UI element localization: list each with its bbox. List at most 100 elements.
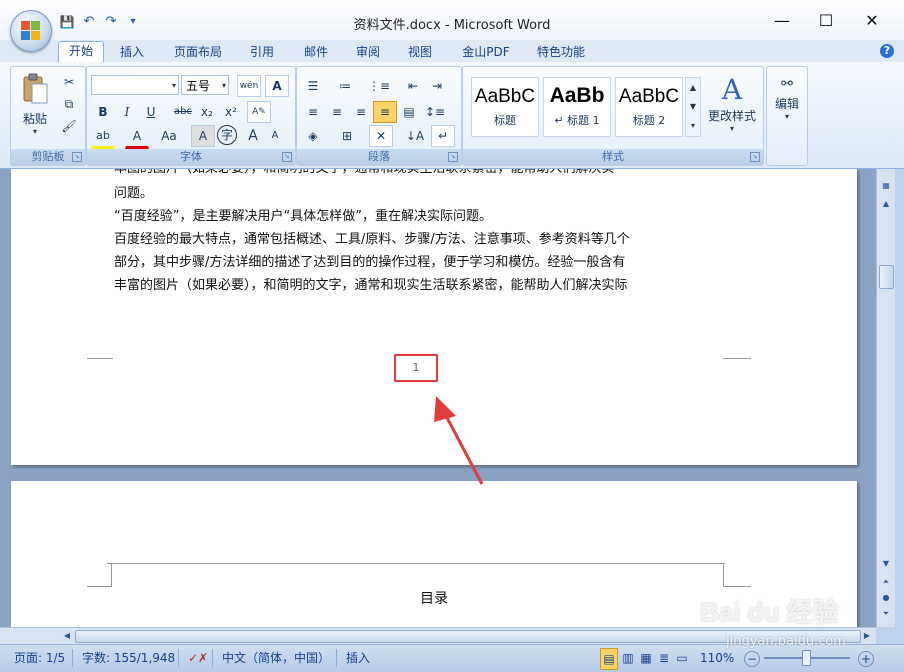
margin-mark [723, 358, 751, 359]
format-painter-icon[interactable]: 🖌 [57, 115, 81, 137]
scroll-right-icon[interactable]: ▶ [860, 629, 874, 643]
help-icon[interactable]: ? [880, 44, 894, 58]
grow-font-button[interactable]: A [241, 125, 265, 147]
highlight-button[interactable]: ab [91, 125, 115, 149]
page-2[interactable]: 目录 [11, 481, 857, 627]
font-name-select[interactable]: ▾ [91, 75, 179, 95]
zoom-out-button[interactable]: − [744, 651, 760, 667]
show-marks-icon[interactable]: ↵ [431, 125, 455, 147]
paragraph-launcher-icon[interactable]: ↘ [448, 152, 458, 162]
tab-review[interactable]: 审阅 [346, 43, 390, 62]
subscript-button[interactable]: x₂ [195, 101, 219, 123]
style-heading-2[interactable]: AaBbC 标题 2 [615, 77, 683, 137]
sort-icon[interactable]: ↓A [403, 125, 427, 147]
tab-insert[interactable]: 插入 [110, 43, 154, 62]
view-web-icon[interactable]: ▦ [638, 648, 654, 668]
style-heading-1[interactable]: AaBb ↵ 标题 1 [543, 77, 611, 137]
word-count[interactable]: 字数: 155/1,948 [82, 648, 175, 668]
next-page-icon[interactable]: ⏷ [879, 607, 893, 621]
maximize-button[interactable]: ☐ [804, 6, 848, 36]
superscript-button[interactable]: x² [219, 101, 243, 123]
zoom-slider-thumb[interactable] [802, 650, 811, 666]
view-print-layout-icon[interactable]: ▤ [600, 648, 618, 670]
decrease-indent-icon[interactable]: ⇤ [401, 75, 425, 97]
strikethrough-button[interactable]: abc [171, 101, 195, 123]
distributed-icon[interactable]: ▤ [397, 101, 421, 123]
char-border-button[interactable]: A [265, 75, 289, 97]
horizontal-scroll-thumb[interactable] [75, 630, 861, 643]
clear-format-button[interactable]: A✎ [247, 101, 271, 123]
editing-button[interactable]: ⚯ 编辑 ▾ [767, 73, 807, 121]
ruler-toggle-icon[interactable]: ▦ [879, 179, 893, 193]
borders-icon[interactable]: ⊞ [335, 125, 359, 147]
numbering-icon[interactable]: ≔ [333, 75, 357, 97]
tab-mailings[interactable]: 邮件 [294, 43, 338, 62]
close-button[interactable]: ✕ [850, 6, 894, 36]
bullets-icon[interactable]: ☰ [301, 75, 325, 97]
line-spacing-icon[interactable]: ↕≡ [423, 101, 447, 123]
office-logo-icon [21, 21, 41, 41]
phonetic-guide-button[interactable]: wén [237, 75, 261, 97]
justify-icon[interactable]: ≡ [373, 101, 397, 123]
header-line [107, 563, 725, 564]
vertical-scroll-thumb[interactable] [879, 265, 894, 289]
font-color-button[interactable]: A [125, 125, 149, 149]
tab-home[interactable]: 开始 [58, 41, 104, 63]
tab-page-layout[interactable]: 页面布局 [166, 43, 230, 62]
language-indicator[interactable]: 中文（简体，中国） [222, 648, 330, 668]
office-button[interactable] [10, 10, 52, 52]
enclose-char-button[interactable]: 字 [217, 125, 237, 145]
align-left-icon[interactable]: ≡ [301, 101, 325, 123]
paste-button[interactable]: 粘贴 ▾ [15, 71, 55, 143]
char-shading-button[interactable]: A [191, 125, 215, 147]
insert-mode[interactable]: 插入 [346, 648, 370, 668]
increase-indent-icon[interactable]: ⇥ [425, 75, 449, 97]
multilevel-list-icon[interactable]: ⋮≡ [367, 75, 391, 97]
shrink-font-button[interactable]: A [263, 125, 287, 147]
chinese-layout-icon[interactable]: ✕ [369, 125, 393, 147]
align-center-icon[interactable]: ≡ [325, 101, 349, 123]
page-indicator[interactable]: 页面: 1/5 [14, 648, 65, 668]
copy-icon[interactable]: ⧉ [57, 93, 81, 115]
change-styles-icon: A [721, 73, 743, 106]
scroll-up-icon[interactable]: ▲ [879, 197, 893, 211]
minimize-button[interactable]: — [760, 6, 804, 36]
change-styles-button[interactable]: A 更改样式 ▾ [703, 73, 761, 143]
shading-icon[interactable]: ◈ [301, 125, 325, 147]
paragraph-line: 问题。 [114, 186, 154, 201]
margin-mark [723, 563, 724, 587]
scroll-down-icon[interactable]: ▼ [879, 557, 893, 571]
view-reading-icon[interactable]: ▥ [620, 648, 636, 668]
view-outline-icon[interactable]: ≣ [656, 648, 672, 668]
document-area[interactable]: 本图的图片（如果必要），和简明的文字，通常和现实生活联系紧密，能帮助人们解决实 … [0, 169, 876, 627]
align-right-icon[interactable]: ≡ [349, 101, 373, 123]
zoom-in-button[interactable]: + [858, 651, 874, 667]
font-size-select[interactable]: 五号 ▾ [181, 75, 229, 95]
tab-special-features[interactable]: 特色功能 [528, 43, 594, 62]
styles-launcher-icon[interactable]: ↘ [750, 152, 760, 162]
vertical-scrollbar[interactable]: ▦ ▲ ▼ ⏶ ● ⏷ [876, 169, 895, 627]
styles-scroll[interactable]: ▲ ▼ ▾ [685, 77, 701, 137]
browse-object-icon[interactable]: ● [879, 591, 893, 605]
style-title[interactable]: AaBbC 标题 [471, 77, 539, 137]
prev-page-icon[interactable]: ⏶ [879, 575, 893, 589]
italic-button[interactable]: I [115, 101, 139, 123]
view-draft-icon[interactable]: ▭ [674, 648, 690, 668]
horizontal-scrollbar[interactable]: ◀ ▶ [0, 627, 876, 644]
spelling-check-icon[interactable]: ✓✗ [188, 648, 208, 668]
chevron-down-icon: ▾ [32, 127, 37, 136]
zoom-level[interactable]: 110% [700, 648, 734, 668]
bold-button[interactable]: B [91, 101, 115, 123]
tab-kingsoft-pdf[interactable]: 金山PDF [454, 43, 518, 62]
scroll-left-icon[interactable]: ◀ [60, 629, 74, 643]
underline-button[interactable]: U [139, 101, 163, 123]
page-1[interactable]: 本图的图片（如果必要），和简明的文字，通常和现实生活联系紧密，能帮助人们解决实 … [11, 169, 857, 465]
paragraph-line: “百度经验”，是主要解决用户“具体怎样做”，重在解决实际问题。 [114, 209, 492, 224]
ribbon: 粘贴 ▾ ✂ ⧉ 🖌 剪贴板 ↘ ▾ 五号 ▾ wén A B I U abc x… [0, 62, 904, 169]
tab-view[interactable]: 视图 [398, 43, 442, 62]
cut-icon[interactable]: ✂ [57, 71, 81, 93]
change-case-button[interactable]: Aa [157, 125, 181, 147]
font-launcher-icon[interactable]: ↘ [282, 152, 292, 162]
clipboard-launcher-icon[interactable]: ↘ [72, 152, 82, 162]
tab-references[interactable]: 引用 [240, 43, 284, 62]
